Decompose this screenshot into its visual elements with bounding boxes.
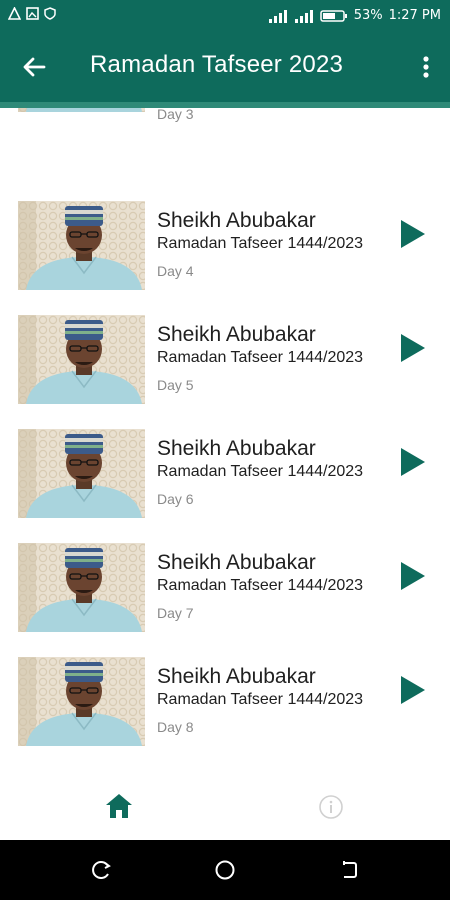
bottom-navigation [0,770,450,840]
battery-icon [319,9,347,22]
page-title: Ramadan Tafseer 2023 [90,51,344,78]
list-item[interactable]: Day 3 [0,108,450,201]
lecture-subtitle: Ramadan Tafseer 1444/2023 [157,235,364,252]
lecture-thumbnail [18,315,145,404]
home-icon[interactable] [104,792,134,820]
lecture-day: Day 7 [157,605,194,621]
lecture-thumbnail [18,201,145,290]
speaker-name: Sheikh Abubakar [157,323,316,346]
list-item[interactable]: Sheikh Abubakar Ramadan Tafseer 1444/202… [0,543,450,657]
speaker-name: Sheikh Abubakar [157,551,316,574]
list-item[interactable]: Sheikh Abubakar Ramadan Tafseer 1444/202… [0,657,450,770]
speaker-name: Sheikh Abubakar [157,665,316,688]
shield-icon [44,7,56,20]
more-vertical-icon[interactable] [416,50,436,84]
lecture-subtitle: Ramadan Tafseer 1444/2023 [157,577,364,594]
status-bar: 53% 1:27 PM [0,0,450,32]
speaker-name: Sheikh Abubakar [157,437,316,460]
speaker-name: Sheikh Abubakar [157,209,316,232]
play-icon[interactable] [399,446,427,478]
list-item[interactable]: Sheikh Abubakar Ramadan Tafseer 1444/202… [0,201,450,315]
play-icon[interactable] [399,218,427,250]
list-item[interactable]: Sheikh Abubakar Ramadan Tafseer 1444/202… [0,315,450,429]
warning-icon [8,7,21,20]
back-arrow-icon[interactable] [18,51,50,83]
lecture-subtitle: Ramadan Tafseer 1444/2023 [157,349,364,366]
lecture-thumbnail [18,543,145,632]
signal-icon [268,9,287,23]
lecture-subtitle: Ramadan Tafseer 1444/2023 [157,463,364,480]
lecture-thumbnail [18,108,145,112]
lecture-list[interactable]: Day 3 Sheikh Abubakar Ramadan Tafseer 14… [0,108,450,770]
info-icon[interactable] [317,793,345,821]
lecture-day: Day 8 [157,719,194,735]
lecture-thumbnail [18,657,145,746]
lecture-day: Day 4 [157,263,194,279]
signal-icon [294,9,313,23]
lecture-day: Day 5 [157,377,194,393]
lecture-day: Day 6 [157,491,194,507]
lecture-thumbnail [18,429,145,518]
play-icon[interactable] [399,674,427,706]
recent-apps-icon[interactable] [88,857,114,883]
clock: 1:27 PM [388,8,441,23]
battery-percent: 53% [353,8,383,23]
list-item[interactable]: Sheikh Abubakar Ramadan Tafseer 1444/202… [0,429,450,543]
status-right-icons: 53% 1:27 PM [268,8,441,23]
lecture-subtitle: Ramadan Tafseer 1444/2023 [157,691,364,708]
system-navigation-bar [0,840,450,900]
lecture-day: Day 3 [157,108,194,122]
app-bar: Ramadan Tafseer 2023 [0,32,450,102]
back-button-icon[interactable] [336,857,362,883]
status-left-icons [8,7,56,20]
play-icon[interactable] [399,560,427,592]
image-notification-icon [26,7,39,20]
home-button-icon[interactable] [212,857,238,883]
play-icon[interactable] [399,332,427,364]
